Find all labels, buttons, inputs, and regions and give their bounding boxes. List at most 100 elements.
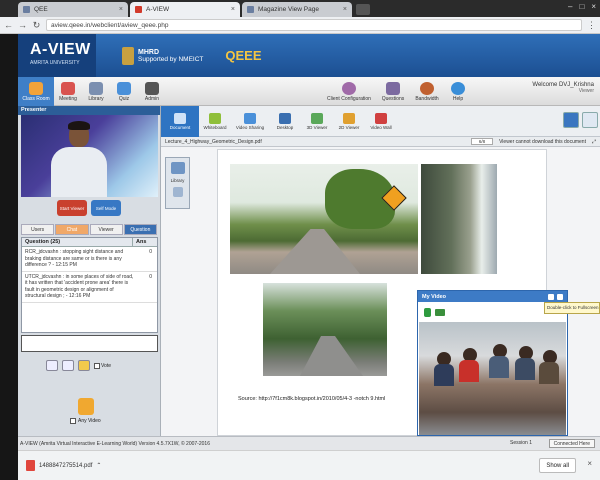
reload-icon[interactable]: ↻ <box>32 20 41 31</box>
camera-icon[interactable] <box>435 308 445 316</box>
logo-subtitle: AMRITA UNIVERSITY <box>30 60 80 66</box>
student-shirt <box>539 362 559 384</box>
vote-checkbox[interactable]: Vote <box>94 362 111 369</box>
url-input[interactable]: aview.qeee.in/webclient/aview_qeee.php <box>46 19 582 31</box>
toolbar-label: Document <box>169 125 191 130</box>
table-row[interactable]: UTCR_jdcvashn : in some places of side o… <box>22 272 157 303</box>
forward-icon[interactable]: → <box>18 20 27 30</box>
tab-aview[interactable]: A-VIEW × <box>130 2 240 17</box>
whiteboard-button[interactable]: Whiteboard <box>199 106 231 137</box>
toolbar-label: Help <box>452 95 464 102</box>
checkbox-icon <box>94 362 100 369</box>
library-label: Library <box>170 178 185 183</box>
download-item[interactable]: 1488847275514.pdf ⌃ <box>26 460 101 471</box>
show-all-button[interactable]: Show all <box>539 458 576 473</box>
emblem-icon <box>122 46 134 65</box>
desktop-button[interactable]: Desktop <box>269 106 301 137</box>
library-button[interactable]: Library <box>82 77 110 106</box>
video-sharing-button[interactable]: Video Sharing <box>231 106 269 137</box>
my-video-header[interactable]: My Video <box>418 291 567 302</box>
app-banner: A-VIEW AMRITA UNIVERSITY MHRD Supported … <box>18 34 600 77</box>
tab-question[interactable]: Question <box>123 224 157 235</box>
meeting-icon <box>61 81 75 95</box>
connection-label: Connected Here <box>553 440 590 447</box>
library-icon[interactable] <box>170 162 185 174</box>
close-tab-icon[interactable]: × <box>231 6 235 13</box>
tab-chat[interactable]: Chat <box>55 224 89 235</box>
close-download-bar-icon[interactable]: × <box>587 459 592 468</box>
close-tab-icon[interactable]: × <box>343 6 347 13</box>
button-label: Start Viewer <box>59 205 85 211</box>
config-icon <box>342 81 356 95</box>
mic-icon[interactable] <box>424 307 431 317</box>
video-wall-icon <box>375 113 387 124</box>
self-mode-button[interactable]: Self Mode <box>91 200 121 216</box>
send-icon[interactable] <box>78 360 90 371</box>
video-wall-button[interactable]: Video Wall <box>365 106 397 137</box>
chevron-up-icon[interactable]: ⌃ <box>96 462 101 469</box>
student-shirt <box>489 356 509 378</box>
close-tab-icon[interactable]: × <box>119 6 123 13</box>
download-notice: Viewer cannot download this document <box>499 138 586 145</box>
close-window-icon[interactable]: × <box>591 2 596 11</box>
download-filename: 1488847275514.pdf <box>39 462 93 469</box>
3d-viewer-button[interactable]: 3D Viewer <box>301 106 333 137</box>
meeting-button[interactable]: Meeting <box>54 77 82 106</box>
quiz-button[interactable]: Quiz <box>110 77 138 106</box>
quiz-icon <box>117 81 131 95</box>
2d-viewer-icon <box>343 113 355 124</box>
tab-label: Magazine View Page <box>258 6 319 13</box>
left-strip <box>0 34 18 480</box>
help-button[interactable]: Help <box>444 77 472 106</box>
tab-label: Viewer <box>98 226 114 233</box>
close-icon[interactable] <box>557 293 563 300</box>
questions-button[interactable]: Questions <box>376 77 410 106</box>
fullscreen-tooltip: Double-click to Fullscreen <box>544 302 600 314</box>
toolbar-label: Bandwidth <box>415 95 439 102</box>
classroom-video[interactable] <box>419 322 566 435</box>
fullscreen-icon[interactable]: ⤢ <box>592 139 596 145</box>
document-header: Lecture_4_Highway_Geometric_Design.pdf 6… <box>161 137 600 147</box>
maximize-icon[interactable]: □ <box>579 2 584 11</box>
any-video-checkbox[interactable]: Any Video <box>70 418 101 424</box>
2d-viewer-button[interactable]: 2D Viewer <box>333 106 365 137</box>
minimize-icon[interactable]: – <box>568 2 572 11</box>
connection-status[interactable]: Connected Here <box>548 439 595 448</box>
toolbar-label: Class Room <box>22 95 50 102</box>
start-viewer-button[interactable]: Start Viewer <box>57 200 87 216</box>
student-shirt <box>515 358 535 380</box>
new-tab-button[interactable] <box>356 4 370 15</box>
expand-icon[interactable] <box>548 293 554 300</box>
document-button[interactable]: Document <box>161 106 199 137</box>
tab-users[interactable]: Users <box>21 224 55 235</box>
layout-toggles <box>563 112 598 128</box>
table-row[interactable]: RCR_jdcvashn : stopping sight distance a… <box>22 247 157 272</box>
question-count: 0 <box>149 273 152 280</box>
tab-magazine[interactable]: Magazine View Page × <box>242 2 352 17</box>
classroom-button[interactable]: Class Room <box>18 77 54 106</box>
main-toolbar: Class Room Meeting Library Quiz Admin Cl… <box>18 77 600 106</box>
bandwidth-button[interactable]: Bandwidth <box>410 77 444 106</box>
save-icon[interactable] <box>46 360 58 371</box>
page-indicator[interactable]: 6/8 <box>471 138 494 145</box>
layout-single-icon[interactable] <box>582 112 598 128</box>
welcome-block: Welcome DVJ_Krishna Viewer <box>532 82 594 94</box>
button-label: Show all <box>546 462 569 469</box>
question-input[interactable] <box>21 335 158 352</box>
toolbar-label: Client Configuration <box>327 95 371 102</box>
menu-icon[interactable]: ⋮ <box>587 20 596 31</box>
clear-icon[interactable] <box>62 360 74 371</box>
admin-button[interactable]: Admin <box>138 77 166 106</box>
tab-label: QEE <box>34 6 48 13</box>
presenter-video[interactable] <box>21 115 158 197</box>
page-icon[interactable] <box>172 187 183 197</box>
any-video-icon[interactable] <box>78 398 94 415</box>
road-photo-3 <box>263 283 387 376</box>
road-shape <box>270 229 360 274</box>
aview-logo: A-VIEW AMRITA UNIVERSITY <box>18 34 96 77</box>
tab-viewer[interactable]: Viewer <box>89 224 123 235</box>
tab-qee[interactable]: QEE × <box>18 2 128 17</box>
layout-grid-icon[interactable] <box>563 112 579 128</box>
back-icon[interactable]: ← <box>4 20 13 30</box>
client-config-button[interactable]: Client Configuration <box>322 77 376 106</box>
